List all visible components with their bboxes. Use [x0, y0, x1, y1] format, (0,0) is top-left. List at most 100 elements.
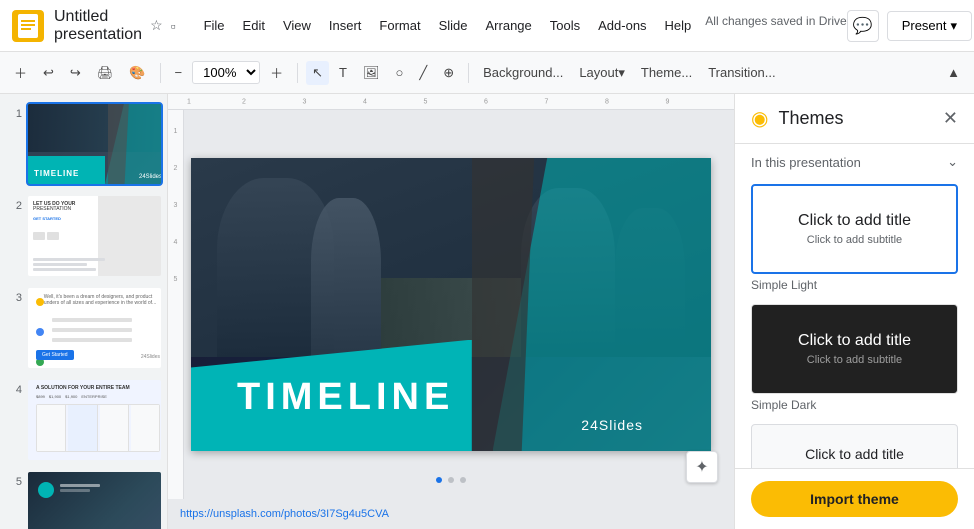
menu-tools[interactable]: Tools — [542, 14, 588, 37]
themes-section-label: In this presentation — [751, 155, 861, 170]
slide-thumb-5[interactable]: 5 TITLE — [4, 470, 163, 529]
slide-thumb-1[interactable]: 1 TIMELINE 24Slides — [4, 102, 163, 186]
menu-file[interactable]: File — [196, 14, 233, 37]
slide-thumb-2[interactable]: 2 LET US DO YOUR PRESENTATION GET STARTE… — [4, 194, 163, 278]
layout-button[interactable]: Layout▾ — [573, 61, 631, 85]
undo-button[interactable]: ↩ — [37, 61, 60, 85]
menu-slide[interactable]: Slide — [431, 14, 476, 37]
menu-arrange[interactable]: Arrange — [478, 14, 540, 37]
slide-preview-1[interactable]: TIMELINE 24Slides — [28, 104, 161, 184]
slide-num-2: 2 — [6, 196, 22, 212]
theme-button[interactable]: Theme... — [635, 61, 698, 84]
app-logo — [12, 10, 44, 42]
slide-preview-2[interactable]: LET US DO YOUR PRESENTATION GET STARTED — [28, 196, 161, 276]
folder-icon[interactable]: ▫ — [171, 18, 176, 34]
theme-preview-colorful[interactable]: Click to add title — [751, 424, 958, 468]
line-tool[interactable]: ╱ — [413, 61, 433, 85]
text-tool[interactable]: T — [333, 61, 353, 84]
slide-num-4: 4 — [6, 380, 22, 396]
menu-insert[interactable]: Insert — [321, 14, 370, 37]
slide1-logo: 24Slides — [139, 174, 161, 180]
shapes-tool[interactable]: ○ — [390, 61, 410, 84]
image-tool[interactable]: 🖼 — [357, 61, 386, 85]
slide-logo-text: 24Slides — [581, 417, 643, 433]
photo-url[interactable]: https://unsplash.com/photos/3I7Sg4u5CVA — [180, 508, 389, 520]
themes-icon: ◉ — [751, 106, 768, 131]
themes-in-presentation: In this presentation ⌄ — [735, 144, 974, 176]
background-button[interactable]: Background... — [477, 61, 569, 84]
slide-title-text: TIMELINE — [237, 376, 454, 419]
page-indicator — [436, 477, 466, 483]
themes-section-header[interactable]: In this presentation ⌄ — [751, 154, 958, 170]
slide-num-3: 3 — [6, 288, 22, 304]
more-shapes[interactable]: ⊕ — [437, 61, 460, 85]
zoom-out-button[interactable]: − — [169, 61, 189, 84]
canvas-scroll: 1 2 3 4 5 — [168, 110, 734, 499]
select-tool[interactable]: ↖ — [306, 61, 329, 85]
slides-panel: 1 TIMELINE 24Slides 2 — [0, 94, 168, 529]
slide-num-1: 1 — [6, 104, 22, 120]
theme-item-colorful[interactable]: Click to add title — [751, 424, 958, 468]
star-icon[interactable]: ☆ — [150, 17, 163, 34]
slide-preview-3[interactable]: Well, it's been a dream of designers, an… — [28, 288, 161, 368]
main-layout: 1 TIMELINE 24Slides 2 — [0, 94, 974, 529]
separator-2 — [297, 63, 298, 83]
simple-light-label: Simple Light — [751, 278, 958, 292]
chevron-down-icon: ⌄ — [947, 154, 958, 170]
collapse-toolbar[interactable]: ▲ — [941, 61, 966, 84]
canvas-footer: https://unsplash.com/photos/3I7Sg4u5CVA — [168, 499, 734, 529]
themes-footer: Import theme — [735, 468, 974, 529]
slide-preview-4[interactable]: A SOLUTION FOR YOUR ENTIRE TEAM $899$1,9… — [28, 380, 161, 460]
title-section: Untitled presentation ☆ ▫ — [54, 8, 176, 44]
import-theme-button[interactable]: Import theme — [751, 481, 958, 517]
save-status: All changes saved in Drive — [705, 14, 846, 37]
colorful-title: Click to add title — [805, 446, 904, 462]
separator-1 — [160, 63, 161, 83]
themes-list: Click to add title Click to add subtitle… — [735, 176, 974, 468]
main-slide-canvas[interactable]: TIMELINE 24Slides — [191, 158, 711, 451]
slide1-timeline-text: TIMELINE — [34, 169, 79, 178]
slide3-getstarted: Get Started — [36, 350, 74, 360]
page-dot-3[interactable] — [460, 477, 466, 483]
document-title[interactable]: Untitled presentation — [54, 8, 142, 44]
simple-dark-label: Simple Dark — [751, 398, 958, 412]
paint-format-button[interactable]: 🎨 — [123, 61, 151, 85]
page-dot-2[interactable] — [448, 477, 454, 483]
transition-button[interactable]: Transition... — [702, 61, 781, 84]
present-button[interactable]: Present ▾ — [887, 11, 972, 41]
slide-thumb-4[interactable]: 4 A SOLUTION FOR YOUR ENTIRE TEAM $899$1… — [4, 378, 163, 462]
menu-edit[interactable]: Edit — [235, 14, 273, 37]
horizontal-ruler: 1 2 3 4 5 6 7 8 9 — [168, 94, 734, 110]
redo-button[interactable]: ↪ — [64, 61, 87, 85]
themes-title: Themes — [778, 108, 843, 129]
menu-bar: File Edit View Insert Format Slide Arran… — [196, 14, 847, 37]
toolbar: ＋ ↩ ↪ 🖨 🎨 − 100% 75% 50% 150% ＋ ↖ T 🖼 ○ … — [0, 52, 974, 94]
page-dot-1[interactable] — [436, 477, 442, 483]
menu-format[interactable]: Format — [371, 14, 428, 37]
menu-view[interactable]: View — [275, 14, 319, 37]
simple-light-subtitle: Click to add subtitle — [798, 234, 911, 246]
separator-3 — [468, 63, 469, 83]
theme-item-simple-dark[interactable]: Click to add title Click to add subtitle… — [751, 304, 958, 412]
top-bar: Untitled presentation ☆ ▫ File Edit View… — [0, 0, 974, 52]
theme-item-simple-light[interactable]: Click to add title Click to add subtitle… — [751, 184, 958, 292]
menu-addons[interactable]: Add-ons — [590, 14, 654, 37]
theme-preview-simple-light[interactable]: Click to add title Click to add subtitle — [751, 184, 958, 274]
simple-dark-title: Click to add title — [798, 332, 911, 350]
simple-dark-subtitle: Click to add subtitle — [798, 354, 911, 366]
slide-num-5: 5 — [6, 472, 22, 488]
slide-preview-5[interactable]: TITLE — [28, 472, 161, 529]
zoom-in-button[interactable]: ＋ — [264, 59, 289, 86]
themes-panel: ◉ Themes ✕ In this presentation ⌄ Click … — [734, 94, 974, 529]
assistant-button[interactable]: ✦ — [686, 451, 718, 483]
slide-thumb-3[interactable]: 3 Well, it's been a dream of designers, … — [4, 286, 163, 370]
print-button[interactable]: 🖨 — [91, 61, 120, 85]
themes-header: ◉ Themes ✕ — [735, 94, 974, 144]
comments-button[interactable]: 💬 — [847, 10, 879, 42]
theme-preview-simple-dark[interactable]: Click to add title Click to add subtitle — [751, 304, 958, 394]
menu-help[interactable]: Help — [657, 14, 700, 37]
zoom-select[interactable]: 100% 75% 50% 150% — [192, 61, 260, 84]
themes-close-button[interactable]: ✕ — [943, 108, 958, 129]
add-button[interactable]: ＋ — [8, 59, 33, 86]
present-arrow-icon: ▾ — [951, 18, 958, 34]
